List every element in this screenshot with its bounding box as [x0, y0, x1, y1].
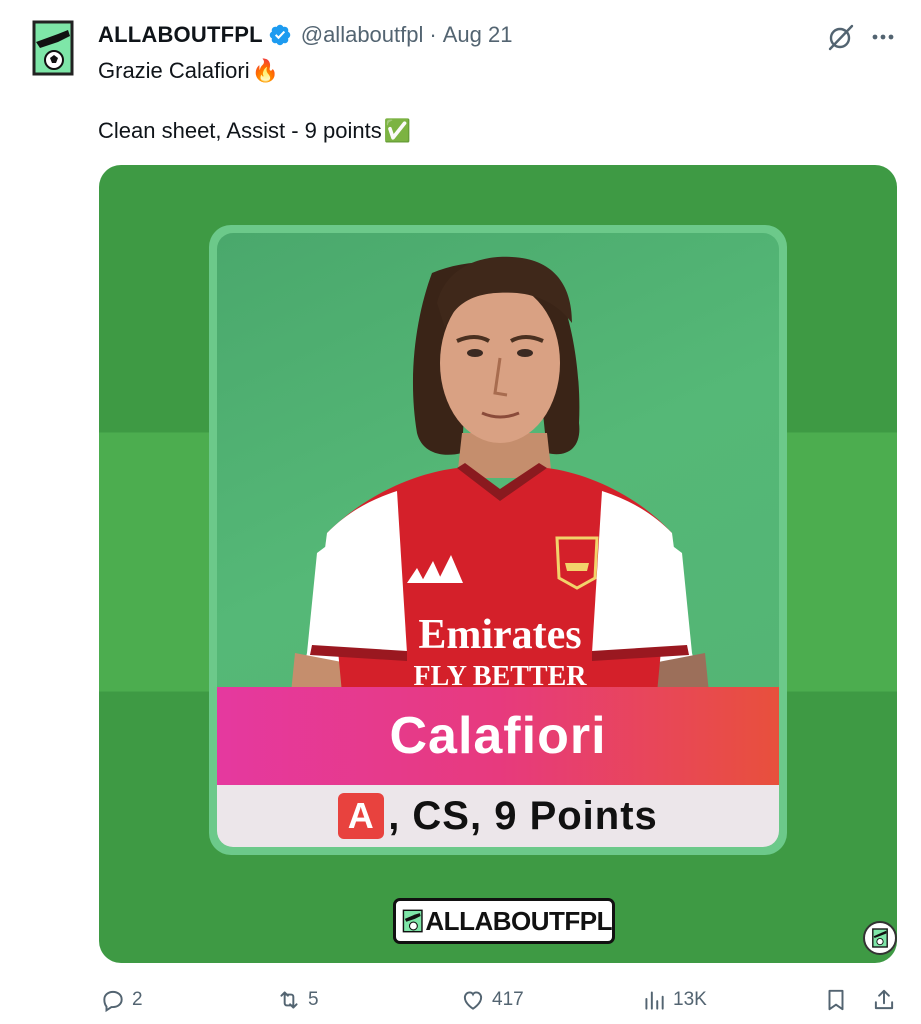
- views-button[interactable]: 13K: [641, 984, 707, 1016]
- tweet-media-image[interactable]: Emirates FLY BETTER Calafiori A , CS, 9 …: [99, 165, 897, 963]
- tweet-action-bar: 2 5 417 13K: [0, 984, 921, 1016]
- views-count: 13K: [673, 989, 707, 1010]
- assist-badge-icon: A: [338, 793, 385, 839]
- brand-watermark: ALLABOUTFPL: [393, 898, 615, 944]
- repost-count: 5: [308, 989, 319, 1010]
- share-icon: [874, 989, 894, 1010]
- heart-icon: [463, 991, 483, 1010]
- bookmark-icon: [828, 989, 844, 1011]
- brand-logo-icon: [402, 909, 423, 933]
- verified-badge-icon[interactable]: [268, 23, 292, 47]
- player-stats-text: , CS, 9 Points: [388, 793, 658, 838]
- views-icon: [645, 991, 664, 1010]
- check-mark-emoji: ✅: [383, 118, 412, 143]
- brand-text: ALLABOUTFPL: [425, 905, 612, 936]
- player-card: Emirates FLY BETTER Calafiori A , CS, 9 …: [209, 225, 787, 855]
- corner-logo-icon: [863, 921, 897, 955]
- tweet-text-line-2: Clean sheet, Assist - 9 points ✅: [98, 116, 411, 146]
- more-options-icon[interactable]: [868, 22, 898, 52]
- tweet-text: Clean sheet, Assist - 9 points: [98, 118, 382, 143]
- player-name: Calafiori: [389, 707, 607, 765]
- player-photo: Emirates FLY BETTER: [291, 256, 709, 693]
- tweet-date[interactable]: Aug 21: [443, 22, 513, 48]
- reply-button[interactable]: 2: [100, 984, 143, 1016]
- tweet-header: ALLABOUTFPL @allaboutfpl · Aug 21: [98, 20, 512, 50]
- separator-dot: ·: [429, 22, 437, 47]
- player-name-banner: Calafiori: [217, 687, 779, 785]
- bookmark-button[interactable]: [823, 984, 849, 1016]
- reply-count: 2: [132, 989, 143, 1010]
- avatar[interactable]: [28, 20, 78, 76]
- reply-icon: [103, 990, 123, 1013]
- grok-icon[interactable]: [826, 22, 856, 52]
- share-button[interactable]: [871, 984, 897, 1016]
- tweet-text-line-1: Grazie Calafiori 🔥: [98, 56, 279, 86]
- like-button[interactable]: 417: [460, 984, 524, 1016]
- user-handle[interactable]: @allaboutfpl: [301, 22, 424, 48]
- repost-icon: [280, 991, 298, 1009]
- display-name[interactable]: ALLABOUTFPL: [98, 22, 263, 48]
- fire-emoji: 🔥: [251, 58, 280, 83]
- player-stats-bar: A , CS, 9 Points: [217, 785, 779, 847]
- shirt-sponsor: Emirates: [418, 612, 581, 658]
- repost-button[interactable]: 5: [276, 984, 319, 1016]
- like-count: 417: [492, 989, 524, 1010]
- player-card-inner: Emirates FLY BETTER Calafiori A , CS, 9 …: [217, 233, 779, 847]
- tweet-text: Grazie Calafiori: [98, 58, 250, 83]
